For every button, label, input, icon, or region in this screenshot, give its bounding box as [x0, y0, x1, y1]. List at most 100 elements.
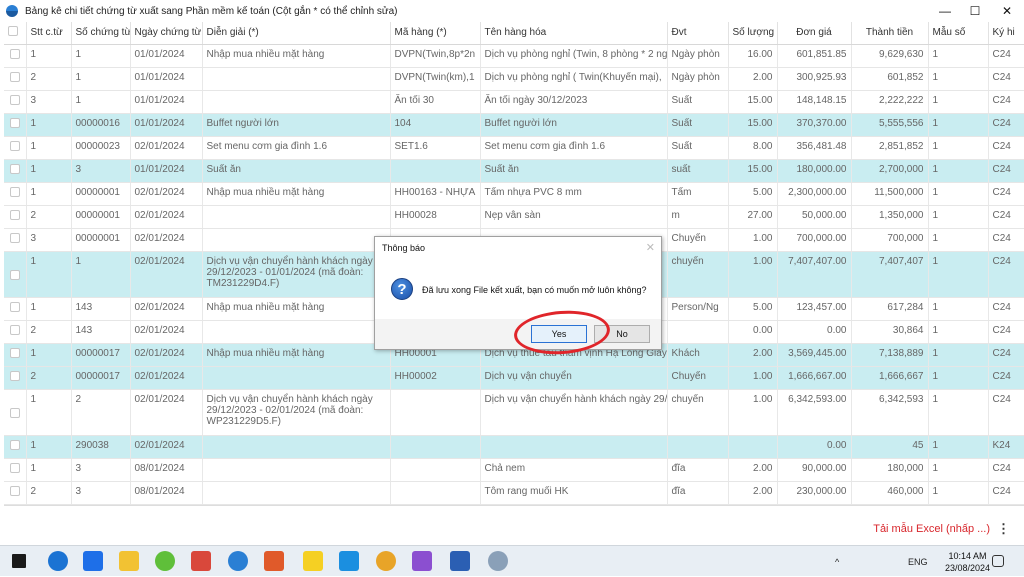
cell-don-gia[interactable]: 0.00 — [777, 320, 852, 344]
cell-dvt[interactable]: đĩa — [667, 458, 729, 482]
cell-mau-so[interactable]: 1 — [928, 366, 989, 390]
cell-so-luong[interactable]: 15.00 — [728, 113, 778, 137]
cell-ma-hang[interactable] — [390, 481, 481, 505]
cell-dien-giai[interactable]: Dịch vụ vận chuyển hành khách ngày 29/12… — [202, 251, 391, 298]
cell-thanh-tien[interactable]: 180,000 — [851, 458, 929, 482]
cell-so-luong[interactable]: 27.00 — [728, 205, 778, 229]
cell-ngay[interactable]: 08/01/2024 — [130, 458, 203, 482]
cell-so-ct[interactable]: 143 — [71, 320, 131, 344]
cell-don-gia[interactable]: 6,342,593.00 — [777, 389, 852, 436]
row-select-cell[interactable] — [4, 182, 27, 206]
cell-thanh-tien[interactable]: 460,000 — [851, 481, 929, 505]
column-header[interactable]: Đơn giá — [777, 22, 852, 45]
tray-chevron-icon[interactable]: ^ — [835, 546, 839, 577]
cell-so-ct[interactable]: 1 — [71, 251, 131, 298]
table-row[interactable]: 1 1 01/01/2024 Nhập mua nhiều mặt hàng DVPN(… — [4, 44, 1024, 68]
cell-don-gia[interactable]: 3,569,445.00 — [777, 343, 852, 367]
row-checkbox[interactable] — [9, 71, 20, 82]
cell-ngay[interactable]: 01/01/2024 — [130, 67, 203, 91]
cell-thanh-tien[interactable]: 7,407,407 — [851, 251, 929, 298]
cell-stt[interactable]: 2 — [26, 67, 72, 91]
cell-ngay[interactable]: 02/01/2024 — [130, 389, 203, 436]
app-taskbar-icon-4[interactable] — [264, 551, 284, 571]
cell-dvt[interactable] — [667, 320, 729, 344]
cell-mau-so[interactable]: 1 — [928, 159, 989, 183]
cell-ky-hieu[interactable]: K24 — [988, 435, 1024, 459]
cell-dien-giai[interactable] — [202, 458, 391, 482]
cell-ma-hang[interactable]: DVPN(Twin,8p*2n — [390, 44, 481, 68]
cell-ten-hang[interactable]: Dịch vụ vận chuyển — [480, 366, 668, 390]
row-checkbox[interactable] — [9, 347, 20, 358]
cell-ma-hang[interactable]: HH00002 — [390, 366, 481, 390]
cell-don-gia[interactable]: 700,000.00 — [777, 228, 852, 252]
cell-ten-hang[interactable]: Suất ăn — [480, 159, 668, 183]
cell-ten-hang[interactable]: Nẹp vân sàn — [480, 205, 668, 229]
cell-stt[interactable]: 1 — [26, 136, 72, 160]
cell-ma-hang[interactable]: 104 — [390, 113, 481, 137]
cell-so-luong[interactable]: 2.00 — [728, 458, 778, 482]
cell-thanh-tien[interactable]: 1,666,667 — [851, 366, 929, 390]
notification-icon[interactable] — [992, 555, 1004, 567]
cell-dien-giai[interactable]: Suất ăn — [202, 159, 391, 183]
cell-so-luong[interactable]: 5.00 — [728, 297, 778, 321]
cell-ky-hieu[interactable]: C24 — [988, 136, 1024, 160]
word-icon[interactable] — [450, 551, 470, 571]
cell-so-luong[interactable]: 1.00 — [728, 389, 778, 436]
cell-ngay[interactable]: 01/01/2024 — [130, 159, 203, 183]
cell-don-gia[interactable]: 601,851.85 — [777, 44, 852, 68]
column-header[interactable]: Thành tiền — [851, 22, 929, 45]
cell-dvt[interactable]: Suất — [667, 136, 729, 160]
cell-don-gia[interactable]: 300,925.93 — [777, 67, 852, 91]
row-checkbox[interactable] — [9, 163, 20, 174]
cell-ten-hang[interactable]: Chả nem — [480, 458, 668, 482]
cell-don-gia[interactable]: 0.00 — [777, 435, 852, 459]
column-header[interactable]: Mã hàng (*) — [390, 22, 481, 45]
cell-don-gia[interactable]: 356,481.48 — [777, 136, 852, 160]
cell-ma-hang[interactable]: SET1.6 — [390, 136, 481, 160]
cell-so-ct[interactable]: 00000016 — [71, 113, 131, 137]
cell-mau-so[interactable]: 1 — [928, 458, 989, 482]
cell-stt[interactable]: 1 — [26, 44, 72, 68]
table-row[interactable]: 1 3 01/01/2024 Suất ăn Suất ăn suất 15.00 180,0… — [4, 159, 1024, 183]
table-row[interactable]: 1 00000001 02/01/2024 Nhập mua nhiều mặt hà… — [4, 182, 1024, 206]
cell-mau-so[interactable]: 1 — [928, 343, 989, 367]
cell-dien-giai[interactable] — [202, 67, 391, 91]
cell-ten-hang[interactable]: Tôm rang muối HK — [480, 481, 668, 505]
accounting-app-icon[interactable] — [228, 551, 248, 571]
row-select-cell[interactable] — [4, 251, 27, 298]
cell-dvt[interactable]: Chuyến — [667, 366, 729, 390]
cell-ten-hang[interactable]: Ăn tối ngày 30/12/2023 — [480, 90, 668, 114]
cell-don-gia[interactable]: 230,000.00 — [777, 481, 852, 505]
cell-so-ct[interactable]: 3 — [71, 159, 131, 183]
cell-thanh-tien[interactable]: 5,555,556 — [851, 113, 929, 137]
cell-so-luong[interactable]: 5.00 — [728, 182, 778, 206]
cell-ngay[interactable]: 02/01/2024 — [130, 205, 203, 229]
cell-stt[interactable]: 1 — [26, 435, 72, 459]
table-row[interactable]: 2 00000017 02/01/2024 HH00002 Dịch vụ vận ch… — [4, 366, 1024, 390]
cell-ky-hieu[interactable]: C24 — [988, 159, 1024, 183]
cell-ten-hang[interactable] — [480, 435, 668, 459]
cell-stt[interactable]: 1 — [26, 251, 72, 298]
cell-stt[interactable]: 3 — [26, 228, 72, 252]
column-header[interactable]: Tên hàng hóa — [480, 22, 668, 45]
chrome-icon[interactable] — [376, 551, 396, 571]
cell-thanh-tien[interactable]: 45 — [851, 435, 929, 459]
cell-so-ct[interactable]: 1 — [71, 90, 131, 114]
cell-mau-so[interactable]: 1 — [928, 67, 989, 91]
table-row[interactable]: 1 00000023 02/01/2024 Set menu cơm gia đình… — [4, 136, 1024, 160]
cell-mau-so[interactable]: 1 — [928, 320, 989, 344]
cell-ma-hang[interactable]: HH00028 — [390, 205, 481, 229]
sticky-notes-icon[interactable] — [303, 551, 323, 571]
cell-dvt[interactable]: Person/Ng — [667, 297, 729, 321]
cell-dvt[interactable]: Suất — [667, 113, 729, 137]
cell-dvt[interactable]: suất — [667, 159, 729, 183]
row-checkbox[interactable] — [9, 324, 20, 335]
cell-thanh-tien[interactable]: 601,852 — [851, 67, 929, 91]
row-checkbox[interactable] — [9, 370, 20, 381]
cell-dien-giai[interactable]: Nhập mua nhiều mặt hàng — [202, 297, 391, 321]
row-select-cell[interactable] — [4, 297, 27, 321]
cell-ma-hang[interactable]: HH00163 - NHỰA — [390, 182, 481, 206]
cell-so-luong[interactable]: 1.00 — [728, 366, 778, 390]
cell-dvt[interactable]: m — [667, 205, 729, 229]
cell-dien-giai[interactable] — [202, 205, 391, 229]
